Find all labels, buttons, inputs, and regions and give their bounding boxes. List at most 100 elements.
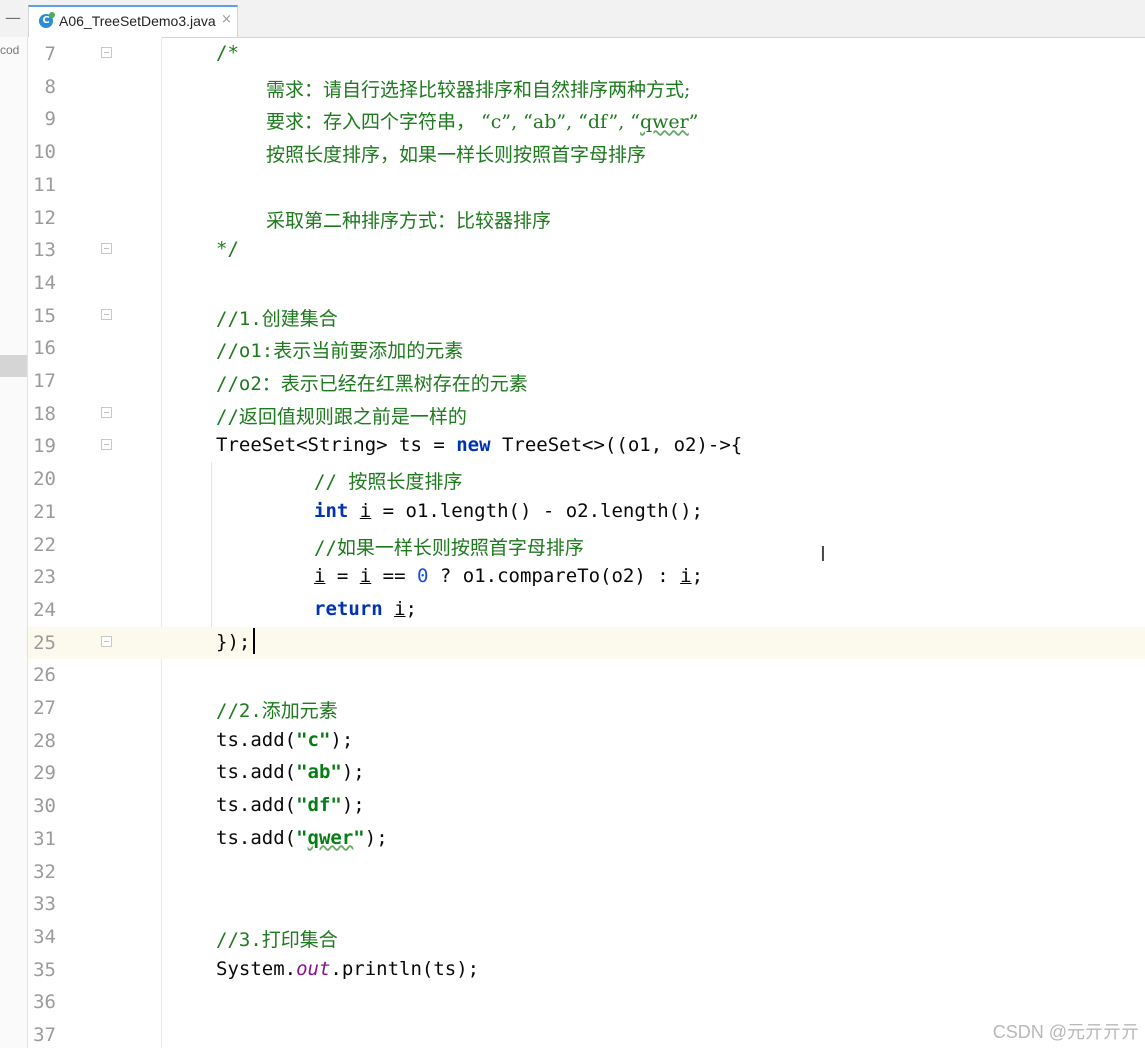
project-selected-row[interactable] bbox=[0, 355, 27, 377]
keyword: int bbox=[314, 499, 349, 522]
line-number[interactable]: 16 bbox=[28, 337, 56, 359]
line-number[interactable]: 29 bbox=[28, 762, 56, 784]
line-number[interactable]: 32 bbox=[28, 861, 56, 883]
code-text: ); bbox=[341, 794, 365, 817]
fold-marker-icon[interactable] bbox=[101, 47, 112, 58]
minimize-icon[interactable]: — bbox=[0, 6, 26, 32]
code-text: .println(ts); bbox=[330, 957, 480, 980]
string-literal: "c" bbox=[296, 728, 331, 751]
line-number[interactable]: 33 bbox=[28, 893, 56, 915]
code-line: int i = o1.length() - o2.length(); bbox=[314, 500, 703, 522]
line-number[interactable]: 30 bbox=[28, 795, 56, 817]
code-text: = bbox=[325, 565, 360, 588]
editor-line[interactable]: 25}); bbox=[28, 626, 1145, 659]
editor-line[interactable]: 32 bbox=[28, 856, 1145, 888]
editor-line[interactable]: 27 //2.添加元素 bbox=[28, 692, 1145, 724]
line-number[interactable]: 28 bbox=[28, 730, 56, 752]
variable: i bbox=[314, 565, 326, 588]
editor-line[interactable]: 35 System.out.println(ts); bbox=[28, 954, 1145, 986]
editor-line[interactable]: 18 //返回值规则跟之前是一样的 bbox=[28, 398, 1145, 430]
editor-line[interactable]: 26 bbox=[28, 659, 1145, 691]
code-text: ); bbox=[364, 826, 388, 849]
line-number[interactable]: 21 bbox=[28, 501, 56, 523]
line-number[interactable]: 17 bbox=[28, 370, 56, 392]
fold-marker-icon[interactable] bbox=[101, 635, 112, 647]
line-number[interactable]: 35 bbox=[28, 959, 56, 981]
code-line: i = i == 0 ? o1.compareTo(o2) : i; bbox=[314, 565, 703, 587]
line-number[interactable]: 10 bbox=[28, 141, 56, 163]
line-number[interactable]: 13 bbox=[28, 239, 56, 261]
line-number[interactable]: 12 bbox=[28, 207, 56, 229]
fold-marker-icon[interactable] bbox=[101, 308, 112, 320]
editor-line[interactable]: 37 bbox=[28, 1019, 1145, 1048]
close-icon[interactable]: × bbox=[221, 12, 232, 27]
fold-marker-icon[interactable] bbox=[101, 406, 112, 418]
line-number[interactable]: 31 bbox=[28, 828, 56, 850]
line-number[interactable]: 14 bbox=[28, 272, 56, 294]
line-number[interactable]: 9 bbox=[28, 108, 56, 130]
line-number[interactable]: 24 bbox=[28, 599, 56, 621]
line-number[interactable]: 36 bbox=[28, 991, 56, 1013]
fold-marker-icon[interactable] bbox=[101, 243, 112, 255]
editor-line[interactable]: 17 //o2：表示已经在红黑树存在的元素 bbox=[28, 365, 1145, 397]
comment-line: 按照长度排序，如果一样长则按照首字母排序 bbox=[266, 144, 647, 167]
variable: i bbox=[680, 565, 692, 588]
editor-line[interactable]: 22 //如果一样长则按照首字母排序 bbox=[28, 529, 1145, 561]
editor-line[interactable]: 23 i = i == 0 ? o1.compareTo(o2) : i; bbox=[28, 561, 1145, 593]
project-panel-sliver[interactable]: cod bbox=[0, 37, 28, 1048]
fold-marker-icon[interactable] bbox=[101, 439, 112, 451]
editor-line[interactable]: 28 ts.add("c"); bbox=[28, 725, 1145, 757]
line-number[interactable]: 27 bbox=[28, 697, 56, 719]
editor-line[interactable]: 16 //o1:表示当前要添加的元素 bbox=[28, 332, 1145, 364]
line-number[interactable]: 23 bbox=[28, 566, 56, 588]
editor-line[interactable]: 12 采取第二种排序方式：比较器排序 bbox=[28, 202, 1145, 234]
editor-line[interactable]: 11 bbox=[28, 169, 1145, 201]
project-panel-text: cod bbox=[0, 43, 20, 57]
editor-line[interactable]: 19 TreeSet<String> ts = new TreeSet<>((o1… bbox=[28, 430, 1145, 462]
ide-window: — C A06_TreeSetDemo3.java × cod 7 /* 8 需求：请… bbox=[0, 0, 1145, 1048]
line-number[interactable]: 7 bbox=[28, 43, 56, 65]
code-text: ts.add( bbox=[216, 761, 297, 784]
line-number[interactable]: 20 bbox=[28, 468, 56, 490]
editor-line[interactable]: 31 ts.add("qwer"); bbox=[28, 823, 1145, 855]
line-number[interactable]: 8 bbox=[28, 76, 56, 98]
editor-line[interactable]: 13 */ bbox=[28, 234, 1145, 266]
editor-line[interactable]: 34 //3.打印集合 bbox=[28, 921, 1145, 953]
indent-guide bbox=[211, 462, 212, 627]
editor-line[interactable]: 24 return i; bbox=[28, 594, 1145, 626]
code-text: System. bbox=[216, 957, 297, 980]
comment-line: //3.打印集合 bbox=[216, 928, 338, 951]
code-line: return i; bbox=[314, 598, 417, 620]
editor-line[interactable]: 10 按照长度排序，如果一样长则按照首字母排序 bbox=[28, 136, 1145, 168]
comment-text: qwer bbox=[640, 111, 689, 134]
editor-tab-active[interactable]: C A06_TreeSetDemo3.java × bbox=[28, 5, 238, 37]
editor-line[interactable]: 14 bbox=[28, 267, 1145, 299]
line-number[interactable]: 25 bbox=[28, 632, 56, 654]
line-number[interactable]: 26 bbox=[28, 664, 56, 686]
line-number[interactable]: 11 bbox=[28, 174, 56, 196]
line-number[interactable]: 18 bbox=[28, 403, 56, 425]
code-line: ts.add("qwer"); bbox=[216, 827, 388, 849]
editor-line[interactable]: 8 需求：请自行选择比较器排序和自然排序两种方式; bbox=[28, 71, 1145, 103]
line-number[interactable]: 19 bbox=[28, 435, 56, 457]
line-number[interactable]: 15 bbox=[28, 305, 56, 327]
editor-line[interactable]: 33 bbox=[28, 888, 1145, 920]
line-number[interactable]: 34 bbox=[28, 926, 56, 948]
editor-line[interactable]: 20 // 按照长度排序 bbox=[28, 463, 1145, 495]
code-text: TreeSet<String> ts = bbox=[216, 434, 457, 457]
editor-line[interactable]: 9 要求：存入四个字符串， “c”, “ab”, “df”, “qwer” bbox=[28, 103, 1145, 135]
editor-line[interactable]: 15 //1.创建集合 bbox=[28, 300, 1145, 332]
editor-line[interactable]: 7 /* bbox=[28, 38, 1145, 70]
editor-line[interactable]: 36 bbox=[28, 986, 1145, 1018]
editor-line[interactable]: 29 ts.add("ab"); bbox=[28, 757, 1145, 789]
editor-line[interactable]: 21 int i = o1.length() - o2.length(); bbox=[28, 496, 1145, 528]
editor-line[interactable]: 30 ts.add("df"); bbox=[28, 790, 1145, 822]
line-number[interactable]: 37 bbox=[28, 1024, 56, 1046]
text-caret bbox=[253, 628, 255, 654]
number-literal: 0 bbox=[417, 565, 429, 588]
comment-line: //1.创建集合 bbox=[216, 307, 338, 330]
line-number[interactable]: 22 bbox=[28, 534, 56, 556]
comment-line: 采取第二种排序方式：比较器排序 bbox=[266, 209, 552, 232]
